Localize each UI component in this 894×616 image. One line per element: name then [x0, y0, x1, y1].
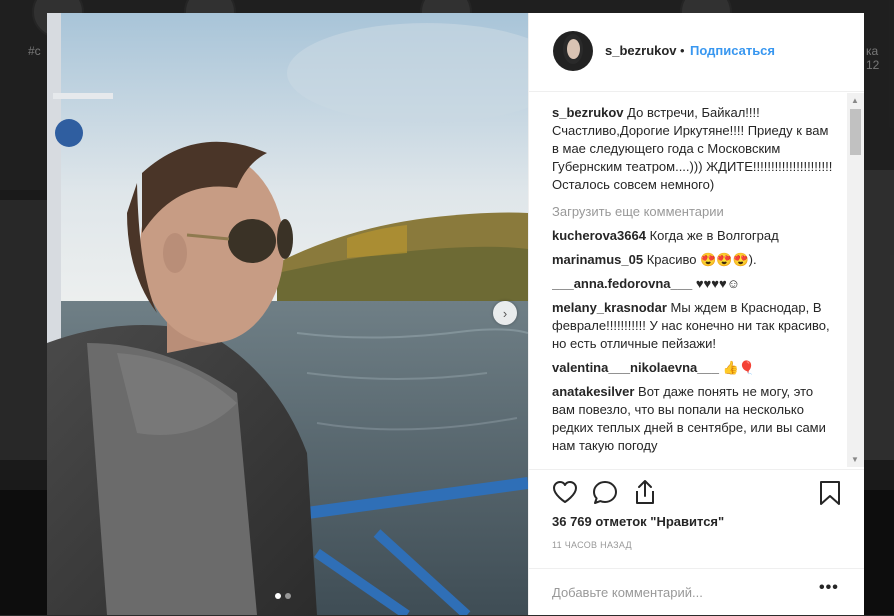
scroll-down-arrow-icon[interactable]: ▼: [851, 455, 859, 464]
comments-scrollbar[interactable]: ▲ ▼: [847, 93, 864, 467]
caption-username[interactable]: s_bezrukov: [552, 105, 624, 120]
comment-username[interactable]: kucherova3664: [552, 228, 646, 243]
comment-username[interactable]: melany_krasnodar: [552, 300, 667, 315]
comment-username[interactable]: valentina___nikolaevna___: [552, 360, 719, 375]
post-header: s_bezrukov • Подписаться: [529, 13, 864, 92]
next-photo-button[interactable]: ›: [493, 301, 517, 325]
comment-item: anatakesilver Вот даже понять не могу, э…: [552, 383, 834, 455]
avatar-face: [567, 39, 580, 59]
comment-username[interactable]: anatakesilver: [552, 384, 634, 399]
comment-item: ___anna.fedorovna___ ♥♥♥♥☺: [552, 275, 834, 293]
post-timestamp[interactable]: 11 ЧАСОВ НАЗАД: [552, 540, 632, 550]
carousel-dot: [285, 593, 291, 599]
add-comment-section: •••: [529, 568, 864, 616]
comment-item: marinamus_05 Красиво 😍😍😍).: [552, 251, 834, 269]
share-icon[interactable]: [633, 479, 657, 505]
bookmark-icon[interactable]: [819, 480, 841, 506]
comment-item: valentina___nikolaevna___ 👍🎈: [552, 359, 834, 377]
author-username[interactable]: s_bezrukov: [605, 43, 677, 58]
comment-username[interactable]: ___anna.fedorovna___: [552, 276, 692, 291]
comment-text: ♥♥♥♥☺: [695, 276, 740, 291]
caption: s_bezrukov До встречи, Байкал!!!! Счастл…: [552, 104, 834, 194]
carousel-dot: [275, 593, 281, 599]
avatar[interactable]: [553, 31, 593, 71]
comment-username[interactable]: marinamus_05: [552, 252, 643, 267]
follow-button[interactable]: Подписаться: [690, 43, 775, 58]
comment-item: melany_krasnodar Мы ждем в Краснодар, В …: [552, 299, 834, 353]
more-options-icon[interactable]: •••: [819, 579, 839, 597]
post-actions-divider: [529, 469, 864, 470]
add-comment-input[interactable]: [552, 585, 802, 600]
comment-icon[interactable]: [592, 480, 618, 506]
separator-bullet: •: [680, 43, 685, 58]
comment-item: kucherova3664 Когда же в Волгоград: [552, 227, 834, 245]
likes-count[interactable]: 36 769 отметок "Нравится": [552, 514, 724, 529]
comment-text: Когда же в Волгоград: [649, 228, 779, 243]
scroll-up-arrow-icon[interactable]: ▲: [851, 96, 859, 105]
photo-illustration: [47, 13, 528, 615]
post-photo[interactable]: ›: [47, 13, 528, 615]
post-modal: › s_bezrukov • Подписаться s_bezrukov До…: [47, 13, 864, 615]
comment-text: 👍🎈: [722, 360, 755, 375]
chevron-right-icon: ›: [502, 305, 508, 321]
post-side-panel: s_bezrukov • Подписаться s_bezrukov До в…: [528, 13, 864, 615]
carousel-indicator: [275, 593, 291, 599]
comments-list[interactable]: s_bezrukov До встречи, Байкал!!!! Счастл…: [552, 104, 834, 469]
load-more-comments-link[interactable]: Загрузить еще комментарии: [552, 203, 834, 221]
heart-icon[interactable]: [552, 480, 578, 504]
scrollbar-thumb[interactable]: [850, 109, 861, 155]
comment-text: Красиво 😍😍😍).: [646, 252, 757, 267]
